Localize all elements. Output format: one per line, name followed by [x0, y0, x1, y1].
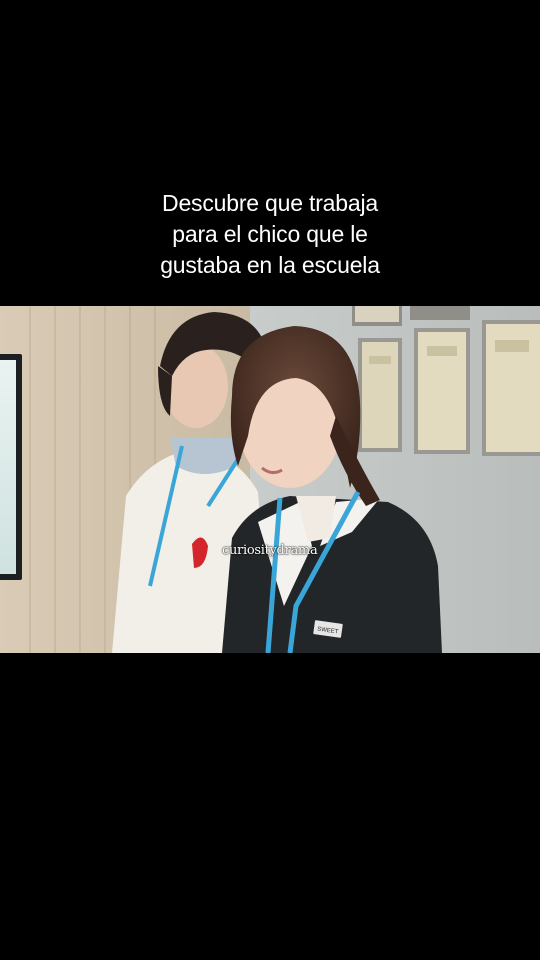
caption-text: Descubre que trabaja para el chico que l… — [0, 188, 540, 281]
video-scene: SWEET — [0, 306, 540, 653]
caption-line-2: para el chico que le — [172, 221, 368, 247]
caption-line-3: gustaba en la escuela — [160, 252, 380, 278]
video-frame[interactable]: SWEET curiositydrama — [0, 306, 540, 653]
watermark-text: curiositydrama — [222, 543, 318, 558]
caption-line-1: Descubre que trabaja — [162, 190, 378, 216]
